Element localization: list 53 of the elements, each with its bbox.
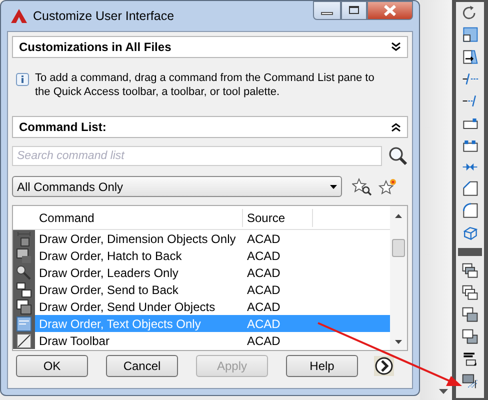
arrow-circle-icon[interactable] xyxy=(374,356,394,376)
command-icon xyxy=(16,298,32,314)
window-title: Customize User Interface xyxy=(33,8,174,25)
search-icon[interactable] xyxy=(388,146,408,166)
filter-dropdown[interactable]: All Commands Only xyxy=(12,176,342,197)
caret-icon xyxy=(330,184,337,188)
bring-above-icon[interactable] xyxy=(461,306,479,324)
expand-icon[interactable] xyxy=(391,42,401,52)
close-button[interactable] xyxy=(367,1,413,20)
toolbar-grip[interactable] xyxy=(458,248,482,256)
close-icon xyxy=(384,5,396,16)
table-row[interactable]: Draw Order, Leaders Only ACAD xyxy=(13,264,390,281)
info-text: To add a command, drag a command from the Command List pane to the Quick Access toolbar, a toolbar, or tool palette. xyxy=(35,71,376,99)
scale-icon[interactable] xyxy=(461,26,479,44)
star-search-icon[interactable] xyxy=(352,178,372,196)
star-add-icon[interactable] xyxy=(378,178,398,196)
column-header[interactable]: Command xyxy=(35,208,243,226)
command-icon xyxy=(16,316,32,332)
maximize-button[interactable] xyxy=(341,1,367,20)
text-front-icon[interactable] xyxy=(461,350,479,368)
table-row[interactable]: Draw Order, Dimension Objects Only ACAD xyxy=(13,230,390,247)
column-header[interactable]: Source xyxy=(243,208,313,226)
send-to-back-icon[interactable] xyxy=(461,284,479,302)
command-icon xyxy=(16,282,32,298)
explode-icon[interactable] xyxy=(461,224,479,242)
command-icon xyxy=(16,230,32,246)
command-icon xyxy=(16,248,32,264)
section-header[interactable]: Customizations in All Files xyxy=(12,36,408,58)
table-row[interactable]: Draw Order, Hatch to Back ACAD xyxy=(13,247,390,264)
table-row[interactable]: Draw Toolbar ACAD xyxy=(13,332,390,349)
search-field[interactable]: Search command list xyxy=(12,146,382,166)
command-icon xyxy=(16,264,32,280)
fillet-icon[interactable] xyxy=(461,202,479,220)
send-under-icon[interactable] xyxy=(461,328,479,346)
collapse-icon[interactable] xyxy=(391,122,401,132)
scroll-down-icon[interactable] xyxy=(395,340,402,344)
dialog-button[interactable]: Cancel xyxy=(106,355,178,377)
chamfer-icon[interactable] xyxy=(461,180,479,198)
logo-icon xyxy=(11,9,27,23)
table-row[interactable]: Draw Order, Send to Back ACAD xyxy=(13,281,390,298)
minimize-button[interactable] xyxy=(313,1,341,20)
scroll-thumb[interactable] xyxy=(392,239,405,257)
stretch-icon[interactable] xyxy=(461,48,479,66)
command-icon xyxy=(16,332,32,348)
dialog-button[interactable]: OK xyxy=(16,355,88,377)
hatch-front-icon[interactable] xyxy=(461,372,479,390)
scroll-up-icon[interactable] xyxy=(395,214,402,218)
section-header[interactable]: Command List: xyxy=(12,116,408,138)
scroll-down-icon[interactable] xyxy=(439,389,448,394)
info-icon xyxy=(16,73,29,86)
table-row[interactable]: Draw Order, Send Under Objects ACAD xyxy=(13,298,390,315)
dialog-button[interactable]: Help xyxy=(286,355,358,377)
bring-to-front-icon[interactable] xyxy=(461,262,479,280)
